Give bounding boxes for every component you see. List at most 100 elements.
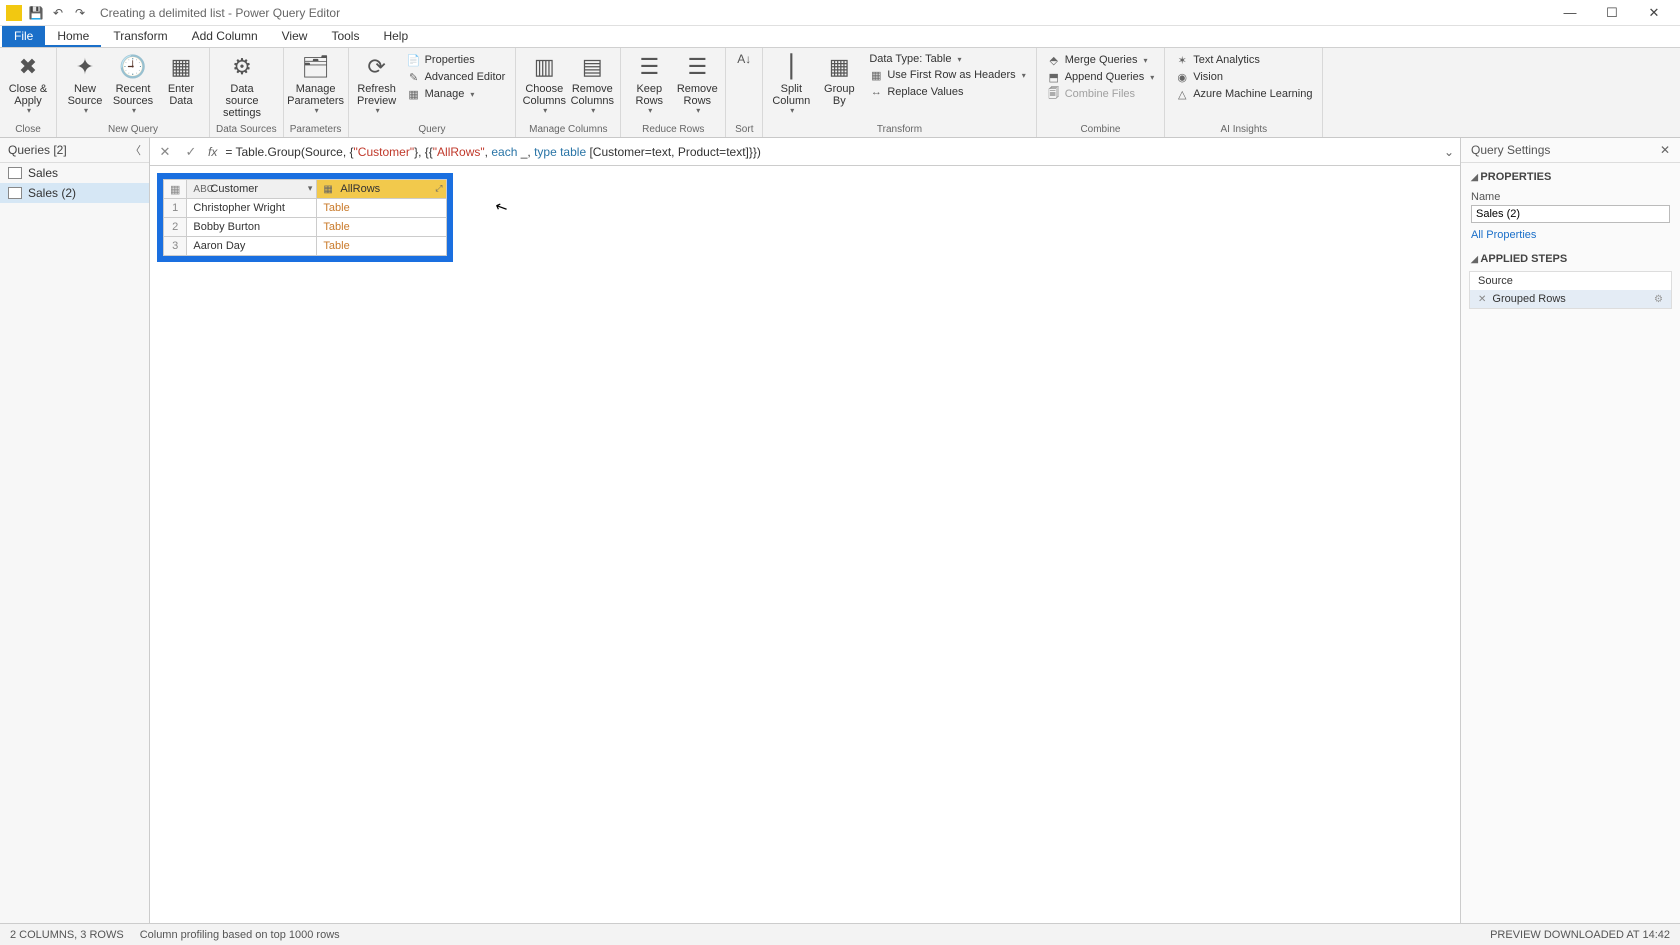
add-column-menu[interactable]: Add Column — [180, 26, 270, 47]
headers-icon: ▦ — [869, 68, 883, 82]
view-menu[interactable]: View — [270, 26, 320, 47]
formula-bar: ✕ ✓ fx = Table.Group(Source, {"Customer"… — [150, 138, 1460, 166]
group-data-sources: Data Sources — [216, 122, 277, 137]
merge-icon: ⬘ — [1047, 53, 1061, 67]
azure-ml-button[interactable]: △Azure Machine Learning — [1171, 86, 1316, 102]
query-item-sales[interactable]: Sales — [0, 163, 149, 183]
replace-values-button[interactable]: ↔Replace Values — [865, 84, 1029, 100]
close-apply-icon: ✖ — [13, 53, 43, 81]
transform-menu[interactable]: Transform — [101, 26, 179, 47]
properties-button[interactable]: 📄Properties — [403, 52, 510, 68]
formula-text[interactable]: = Table.Group(Source, {"Customer"}, {{"A… — [225, 145, 1436, 159]
query-settings-pane: Query Settings ✕ PROPERTIES Name All Pro… — [1460, 138, 1680, 923]
manage-parameters-button[interactable]: 🗂ManageParameters — [290, 50, 342, 116]
group-by-button[interactable]: ▦GroupBy — [817, 50, 861, 107]
status-bar: 2 COLUMNS, 3 ROWS Column profiling based… — [0, 923, 1680, 945]
tools-menu[interactable]: Tools — [319, 26, 371, 47]
close-button[interactable]: ✕ — [1634, 2, 1674, 24]
enter-data-button[interactable]: ▦EnterData — [159, 50, 203, 107]
row-header-corner[interactable]: ▦ — [164, 180, 187, 199]
remove-columns-icon: ▤ — [577, 53, 607, 81]
group-transform: Transform — [769, 122, 1029, 137]
first-row-headers-button[interactable]: ▦Use First Row as Headers — [865, 67, 1029, 83]
fx-icon[interactable]: fx — [208, 145, 217, 159]
applied-steps-section[interactable]: APPLIED STEPS — [1461, 245, 1680, 269]
step-grouped-rows[interactable]: ✕Grouped Rows⚙ — [1470, 290, 1671, 308]
app-icon — [6, 5, 22, 21]
data-grid[interactable]: ▦ ABCCustomer▾ ▦AllRows⤢ 1Christopher Wr… — [163, 179, 447, 256]
minimize-button[interactable]: — — [1550, 2, 1590, 24]
all-properties-link[interactable]: All Properties — [1461, 225, 1680, 245]
group-by-icon: ▦ — [824, 53, 854, 81]
ribbon: ✖Close &Apply Close ✦NewSource 🕘RecentSo… — [0, 48, 1680, 138]
remove-columns-button[interactable]: ▤RemoveColumns — [570, 50, 614, 116]
sort-asc-button[interactable]: A↓ — [732, 50, 756, 69]
group-close: Close — [6, 122, 50, 137]
text-type-icon: ABC — [193, 184, 207, 195]
remove-rows-button[interactable]: ☰RemoveRows — [675, 50, 719, 116]
column-header-customer[interactable]: ABCCustomer▾ — [187, 180, 317, 199]
group-ai: AI Insights — [1171, 122, 1316, 137]
choose-columns-button[interactable]: ▥ChooseColumns — [522, 50, 566, 116]
file-menu[interactable]: File — [2, 26, 45, 47]
merge-queries-button[interactable]: ⬘Merge Queries — [1043, 52, 1159, 68]
collapse-pane-icon[interactable]: 〈 — [130, 142, 141, 158]
window-title: Creating a delimited list - Power Query … — [100, 6, 340, 20]
delete-step-icon[interactable]: ✕ — [1478, 294, 1486, 305]
manage-button[interactable]: ▦Manage — [403, 86, 510, 102]
refresh-preview-button[interactable]: ⟳RefreshPreview — [355, 50, 399, 116]
home-menu[interactable]: Home — [45, 26, 101, 47]
table-row[interactable]: 2Bobby BurtonTable — [164, 218, 447, 237]
table-row[interactable]: 3Aaron DayTable — [164, 237, 447, 256]
query-name-input[interactable] — [1471, 205, 1670, 223]
split-column-icon: ⎮ — [776, 53, 806, 81]
close-settings-icon[interactable]: ✕ — [1660, 143, 1670, 157]
text-analytics-icon: ✶ — [1175, 53, 1189, 67]
new-source-icon: ✦ — [70, 53, 100, 81]
expand-formula-icon[interactable]: ⌄ — [1444, 145, 1454, 159]
expand-column-icon[interactable]: ⤢ — [435, 183, 442, 194]
group-combine: Combine — [1043, 122, 1159, 137]
close-apply-button[interactable]: ✖Close &Apply — [6, 50, 50, 116]
table-icon — [8, 167, 22, 179]
group-parameters: Parameters — [290, 122, 342, 137]
query-item-sales-2[interactable]: Sales (2) — [0, 183, 149, 203]
applied-steps-list: Source ✕Grouped Rows⚙ — [1469, 271, 1672, 309]
status-profiling: Column profiling based on top 1000 rows — [140, 929, 340, 941]
cursor-icon: ↖ — [492, 196, 511, 218]
data-source-settings-button[interactable]: ⚙Data sourcesettings — [216, 50, 268, 119]
text-analytics-button[interactable]: ✶Text Analytics — [1171, 52, 1316, 68]
recent-sources-button[interactable]: 🕘RecentSources — [111, 50, 155, 116]
recent-sources-icon: 🕘 — [118, 53, 148, 81]
save-icon[interactable]: 💾 — [26, 3, 46, 23]
status-preview-time: PREVIEW DOWNLOADED AT 14:42 — [1490, 929, 1670, 941]
cancel-formula-icon[interactable]: ✕ — [156, 144, 174, 160]
data-type-button[interactable]: Data Type: Table — [865, 52, 1029, 66]
group-sort: Sort — [732, 122, 756, 137]
data-source-settings-icon: ⚙ — [227, 53, 257, 81]
table-icon — [8, 187, 22, 199]
properties-section[interactable]: PROPERTIES — [1461, 163, 1680, 187]
redo-icon[interactable]: ↷ — [70, 3, 90, 23]
help-menu[interactable]: Help — [371, 26, 420, 47]
keep-rows-button[interactable]: ☰KeepRows — [627, 50, 671, 116]
queries-header[interactable]: Queries [2] 〈 — [0, 138, 149, 163]
vision-button[interactable]: ◉Vision — [1171, 69, 1316, 85]
table-row[interactable]: 1Christopher WrightTable — [164, 199, 447, 218]
append-queries-button[interactable]: ⬒Append Queries — [1043, 69, 1159, 85]
filter-dropdown-icon[interactable]: ▾ — [308, 183, 313, 194]
properties-icon: 📄 — [407, 53, 421, 67]
queries-pane: Queries [2] 〈 Sales Sales (2) — [0, 138, 150, 923]
enter-data-icon: ▦ — [166, 53, 196, 81]
step-gear-icon[interactable]: ⚙ — [1654, 294, 1663, 305]
accept-formula-icon[interactable]: ✓ — [182, 144, 200, 160]
new-source-button[interactable]: ✦NewSource — [63, 50, 107, 116]
step-source[interactable]: Source — [1470, 272, 1671, 290]
replace-icon: ↔ — [869, 85, 883, 99]
column-header-allrows[interactable]: ▦AllRows⤢ — [317, 180, 447, 199]
undo-icon[interactable]: ↶ — [48, 3, 68, 23]
advanced-editor-button[interactable]: ✎Advanced Editor — [403, 69, 510, 85]
group-reduce-rows: Reduce Rows — [627, 122, 719, 137]
maximize-button[interactable]: ☐ — [1592, 2, 1632, 24]
split-column-button[interactable]: ⎮SplitColumn — [769, 50, 813, 116]
